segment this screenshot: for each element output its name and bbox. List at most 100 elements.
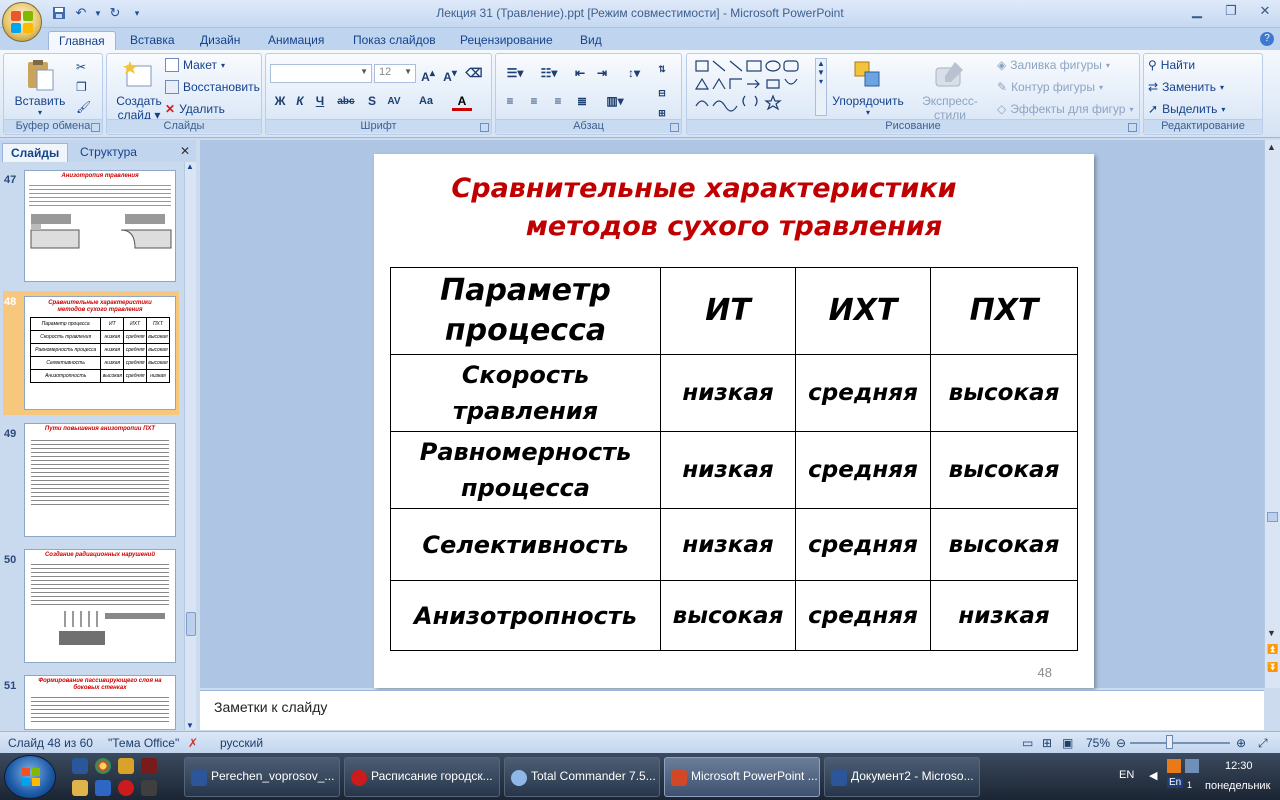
grow-font-icon[interactable]: A▴ <box>418 64 438 84</box>
previous-slide-icon[interactable]: ⏫ <box>1267 644 1278 655</box>
paragraph-launcher-icon[interactable] <box>670 123 679 132</box>
close-pane-icon[interactable]: ✕ <box>180 144 190 158</box>
lang-badge[interactable]: En <box>1167 777 1184 788</box>
zoom-level[interactable]: 75% <box>1086 736 1110 750</box>
tab-view[interactable]: Вид <box>570 31 612 50</box>
slide-scrollbar[interactable]: ▲ ▼ ⏫ ⏬ <box>1264 140 1280 688</box>
slide-sorter-icon[interactable]: ⊞ <box>1042 736 1052 750</box>
arrange-button[interactable]: Упорядочить ▾ <box>831 56 905 117</box>
language-indicator[interactable]: русский <box>220 736 263 750</box>
replace-button[interactable]: ⇄ Заменить ▾ <box>1148 80 1224 94</box>
new-slide-button[interactable]: Создать слайд ▾ <box>109 56 169 122</box>
slide-thumbnail-51[interactable]: Формирование пассивирующего слоя на боко… <box>24 675 176 730</box>
comparison-table[interactable]: Параметр процесса ИТ ИХТ ПХТ Скорость тр… <box>390 267 1078 651</box>
taskbar-item-powerpoint[interactable]: Microsoft PowerPoint ... <box>664 757 820 797</box>
paste-button[interactable]: Вставить ▾ <box>10 56 70 117</box>
tab-slides[interactable]: Слайды <box>2 143 69 162</box>
reset-button[interactable]: Восстановить <box>165 80 260 94</box>
scrollbar-thumb[interactable] <box>1267 512 1278 522</box>
numbering-icon[interactable]: ☷▾ <box>534 64 564 83</box>
layout-button[interactable]: Макет ▾ <box>165 58 225 72</box>
help-icon[interactable]: ? <box>1260 32 1274 46</box>
clear-format-icon[interactable]: ⌫ <box>464 64 484 83</box>
cut-button[interactable]: ✂ <box>76 60 86 74</box>
next-slide-icon[interactable]: ⏬ <box>1267 662 1278 673</box>
tab-review[interactable]: Рецензирование <box>450 31 563 50</box>
slide-thumbnail-50[interactable]: Создание радиационных нарушений <box>24 549 176 663</box>
tab-slideshow[interactable]: Показ слайдов <box>343 31 446 50</box>
start-button[interactable] <box>4 755 56 799</box>
shadow-icon[interactable]: S <box>362 92 382 111</box>
decrease-indent-icon[interactable]: ⇤ <box>570 64 590 83</box>
chrome-quicklaunch-icon[interactable] <box>95 758 111 774</box>
justify-icon[interactable]: ≣ <box>572 92 592 111</box>
bold-icon[interactable]: Ж <box>270 92 290 111</box>
clock-time[interactable]: 12:30 <box>1225 760 1253 772</box>
tab-home[interactable]: Главная <box>48 31 116 50</box>
slide-thumbnail-48[interactable]: Сравнительные характеристики методов сух… <box>24 296 176 410</box>
italic-icon[interactable]: К <box>290 92 310 111</box>
text-direction-icon[interactable]: ⇅ <box>652 60 672 79</box>
font-color-icon[interactable]: A <box>452 92 472 111</box>
shape-fill-button[interactable]: ◈ Заливка фигуры ▾ <box>997 58 1110 72</box>
scroll-up-icon[interactable]: ▲ <box>1267 142 1276 152</box>
delete-slide-button[interactable]: ✕ Удалить <box>165 102 225 116</box>
explorer-quicklaunch-icon[interactable] <box>72 780 88 796</box>
select-button[interactable]: ➚ Выделить ▾ <box>1148 102 1225 116</box>
font-launcher-icon[interactable] <box>480 123 489 132</box>
shape-outline-button[interactable]: ✎ Контур фигуры ▾ <box>997 80 1103 94</box>
folder-quicklaunch-icon[interactable] <box>118 758 134 774</box>
columns-icon[interactable]: ▥▾ <box>600 92 630 111</box>
desktop-quicklaunch-icon[interactable] <box>141 780 157 796</box>
zoom-out-icon[interactable]: ⊖ <box>1116 736 1126 750</box>
shapes-scroll[interactable]: ▲ ▼ ▾ <box>815 58 827 116</box>
opera-quicklaunch-icon[interactable] <box>118 780 134 796</box>
office-button[interactable] <box>2 2 42 42</box>
media-quicklaunch-icon[interactable] <box>95 780 111 796</box>
volume-tray-icon[interactable]: 1 <box>1187 780 1192 790</box>
slide-canvas[interactable]: Сравнительные характеристики методов сух… <box>374 154 1094 688</box>
scroll-up-icon[interactable]: ▲ <box>186 162 194 171</box>
zoom-in-icon[interactable]: ⊕ <box>1236 736 1246 750</box>
tab-outline[interactable]: Структура <box>72 143 145 162</box>
fit-to-window-icon[interactable]: ⤢ <box>1258 736 1268 751</box>
shape-effects-button[interactable]: ◇ Эффекты для фигур ▾ <box>997 102 1133 116</box>
slideshow-view-icon[interactable]: ▣ <box>1062 736 1073 750</box>
align-left-icon[interactable]: ≡ <box>500 92 520 111</box>
slide-thumbnail-49[interactable]: Пути повышения анизотропии ПХТ <box>24 423 176 537</box>
tab-animation[interactable]: Анимация <box>258 31 334 50</box>
maximize-icon[interactable]: ❐ <box>1220 2 1242 20</box>
bullets-icon[interactable]: ☰▾ <box>500 64 530 83</box>
taskbar-item-total-commander[interactable]: Total Commander 7.5... <box>504 757 660 797</box>
format-painter-button[interactable]: 🖌 <box>76 100 91 114</box>
underline-icon[interactable]: Ч <box>310 92 330 111</box>
zoom-slider[interactable] <box>1130 742 1230 744</box>
tray-expand-icon[interactable]: ◀ <box>1149 769 1157 782</box>
media-player-tray-icon[interactable] <box>1167 759 1181 773</box>
slides-pane-scrollbar[interactable]: ▲ ▼ <box>184 162 196 730</box>
slide-thumbnail-47[interactable]: Анизотропия травления <box>24 170 176 282</box>
shrink-font-icon[interactable]: A▾ <box>440 64 460 84</box>
copy-button[interactable]: ❐ <box>76 80 87 94</box>
align-center-icon[interactable]: ≡ <box>524 92 544 111</box>
network-tray-icon[interactable] <box>1185 759 1199 773</box>
font-size-combo[interactable]: 12 ▼ <box>374 64 416 83</box>
align-right-icon[interactable]: ≡ <box>548 92 568 111</box>
scroll-down-icon[interactable]: ▼ <box>186 721 194 730</box>
theme-name[interactable]: "Тема Office" <box>108 736 179 750</box>
strikethrough-icon[interactable]: abc <box>336 92 356 111</box>
scroll-down-icon[interactable]: ▼ <box>1267 628 1276 638</box>
keyboard-lang[interactable]: EN <box>1119 769 1134 781</box>
find-button[interactable]: ⚲ Найти <box>1148 58 1195 72</box>
font-name-combo[interactable]: ▼ <box>270 64 372 83</box>
close-icon[interactable]: ✕ <box>1254 2 1276 20</box>
minimize-icon[interactable]: ▁ <box>1186 2 1208 20</box>
tab-insert[interactable]: Вставка <box>120 31 185 50</box>
change-case-icon[interactable]: Aa <box>416 92 436 111</box>
taskbar-item-word-doc2[interactable]: Документ2 - Microso... <box>824 757 980 797</box>
slide-title[interactable]: Сравнительные характеристики методов сух… <box>374 170 1094 246</box>
spell-check-icon[interactable]: ✗ <box>188 736 198 750</box>
normal-view-icon[interactable]: ▭ <box>1022 736 1033 750</box>
notes-pane[interactable]: Заметки к слайду <box>200 690 1264 730</box>
taskbar-item-word-doc[interactable]: Perechen_voprosov_... <box>184 757 340 797</box>
